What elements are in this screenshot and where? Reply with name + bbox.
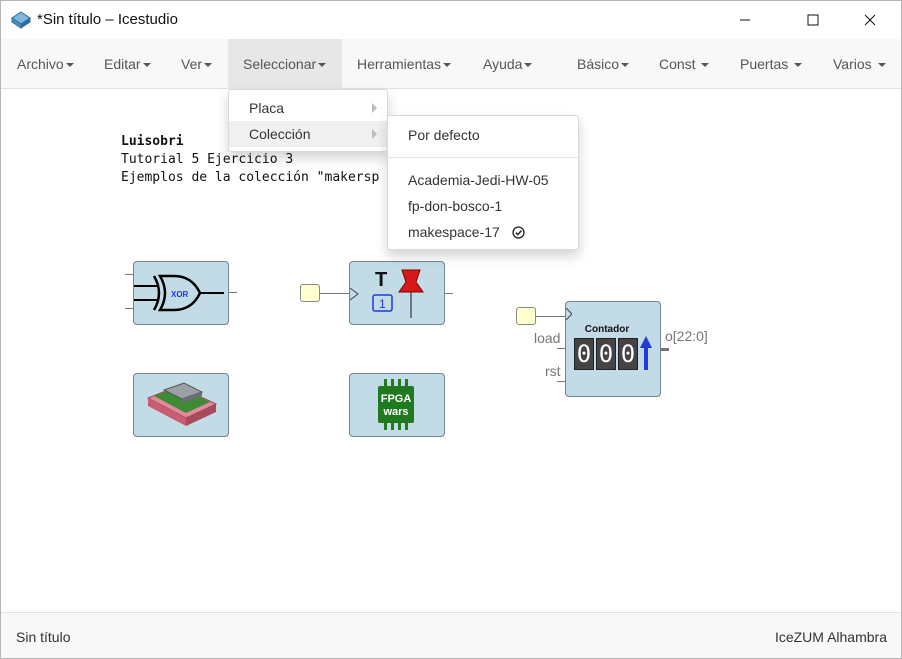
t-flipflop-icon: T 1 [349, 269, 424, 318]
close-icon [864, 14, 876, 26]
app-window: *Sin título – Icestudio Archivo Editar V… [0, 0, 902, 659]
flipflop-number: 1 [379, 297, 386, 311]
menu-item-label: Colección [249, 126, 311, 142]
caret-down-icon [318, 63, 327, 68]
menu-label: Puertas [740, 56, 789, 72]
project-name: Sin título [16, 629, 71, 645]
menu-label: Herramientas [357, 56, 442, 72]
fpga-wars-block[interactable]: FPGA wars [349, 373, 445, 437]
window-title: *Sin título – Icestudio [37, 11, 178, 28]
caret-down-icon [794, 63, 803, 68]
menu-label: Varios [833, 56, 872, 72]
collection-item[interactable]: Academia-Jedi-HW-05 [388, 167, 578, 193]
status-bar: Sin título IceZUM Alhambra [1, 612, 901, 658]
title-bar: *Sin título – Icestudio [1, 1, 901, 39]
collection-submenu: Por defecto Academia-Jedi-HW-05 fp-don-b… [387, 115, 579, 250]
counter-digit: 0 [574, 338, 594, 370]
bus-wire [660, 348, 669, 351]
caret-down-icon [877, 63, 886, 68]
menu-ver[interactable]: Ver [181, 39, 213, 89]
menu-divider [388, 157, 578, 158]
collection-item-default[interactable]: Por defecto [388, 122, 578, 148]
input-pin[interactable] [300, 284, 320, 302]
menu-ayuda[interactable]: Ayuda [483, 39, 533, 89]
menu-item-label: fp-don-bosco-1 [408, 198, 503, 214]
counter-block[interactable]: Contador 0 0 0 [565, 301, 661, 397]
xor-gate-block[interactable]: XOR [133, 261, 229, 325]
menu-label: Seleccionar [243, 56, 317, 72]
flipflop-letter: T [375, 269, 387, 291]
menu-item-placa[interactable]: Placa [229, 95, 387, 121]
fpga-wars-icon: FPGA wars [378, 379, 414, 430]
menu-item-label: Placa [249, 100, 285, 116]
arrow-up-icon [640, 336, 652, 370]
menu-editar[interactable]: Editar [104, 39, 151, 89]
input-pin[interactable] [516, 307, 536, 325]
menu-item-label: makespace-17 [408, 224, 500, 240]
t-flipflop-block[interactable]: T 1 [349, 261, 445, 325]
menu-label: Ver [181, 56, 203, 72]
caret-down-icon [142, 63, 151, 68]
port-load-label: load [534, 330, 561, 346]
note-line: Ejemplos de la colección "makersp [121, 170, 380, 185]
caret-down-icon [621, 63, 630, 68]
caret-down-icon [524, 63, 533, 68]
caret-down-icon [701, 63, 710, 68]
note-line: Tutorial 5 Ejercicio 3 [121, 152, 294, 167]
select-dropdown: Placa Colección [228, 89, 388, 152]
board-block[interactable] [133, 373, 229, 437]
menu-varios[interactable]: Varios [833, 39, 886, 89]
caret-down-icon [443, 63, 452, 68]
fpga-text: FPGA [381, 393, 412, 405]
caret-down-icon [65, 63, 74, 68]
menu-label: Editar [104, 56, 141, 72]
menu-herramientas[interactable]: Herramientas [357, 39, 452, 89]
maximize-icon [807, 14, 819, 26]
minimize-icon [740, 19, 750, 21]
menu-label: Básico [577, 56, 620, 72]
icestudio-logo-icon [11, 11, 31, 29]
menu-item-label: Por defecto [408, 127, 480, 143]
menu-label: Ayuda [483, 56, 523, 72]
wire [444, 293, 453, 294]
menu-item-coleccion[interactable]: Colección [229, 121, 387, 147]
check-circle-icon [512, 226, 525, 239]
menu-puertas[interactable]: Puertas [740, 39, 803, 89]
menu-archivo[interactable]: Archivo [17, 39, 74, 89]
minimize-button[interactable] [722, 1, 768, 39]
collection-item-selected[interactable]: makespace-17 [388, 219, 578, 245]
menu-const[interactable]: Const [659, 39, 710, 89]
submenu-arrow-icon [372, 103, 377, 113]
counter-title: Contador [584, 324, 630, 335]
menu-basico[interactable]: Básico [577, 39, 630, 89]
board-name[interactable]: IceZUM Alhambra [775, 629, 887, 645]
submenu-arrow-icon [372, 129, 377, 139]
caret-down-icon [204, 63, 213, 68]
xor-label: XOR [171, 290, 189, 299]
menu-label: Const [659, 56, 696, 72]
output-port-label: o[22:0] [665, 328, 708, 344]
board-icon [146, 382, 218, 426]
menu-label: Archivo [17, 56, 64, 72]
maximize-button[interactable] [790, 1, 836, 39]
menu-item-label: Academia-Jedi-HW-05 [408, 172, 549, 188]
counter-digit: 0 [596, 338, 616, 370]
wire [228, 292, 237, 293]
fpga-text: wars [382, 406, 408, 418]
wire [536, 316, 566, 317]
close-button[interactable] [847, 1, 893, 39]
clock-input-icon [566, 307, 572, 321]
menu-bar: Archivo Editar Ver Seleccionar Herramien… [1, 39, 901, 89]
counter-digit: 0 [618, 338, 638, 370]
menu-seleccionar[interactable]: Seleccionar [228, 39, 342, 89]
xor-gate-icon: XOR [134, 274, 224, 312]
wire [320, 293, 350, 294]
collection-item[interactable]: fp-don-bosco-1 [388, 193, 578, 219]
port-rst-label: rst [545, 363, 561, 379]
